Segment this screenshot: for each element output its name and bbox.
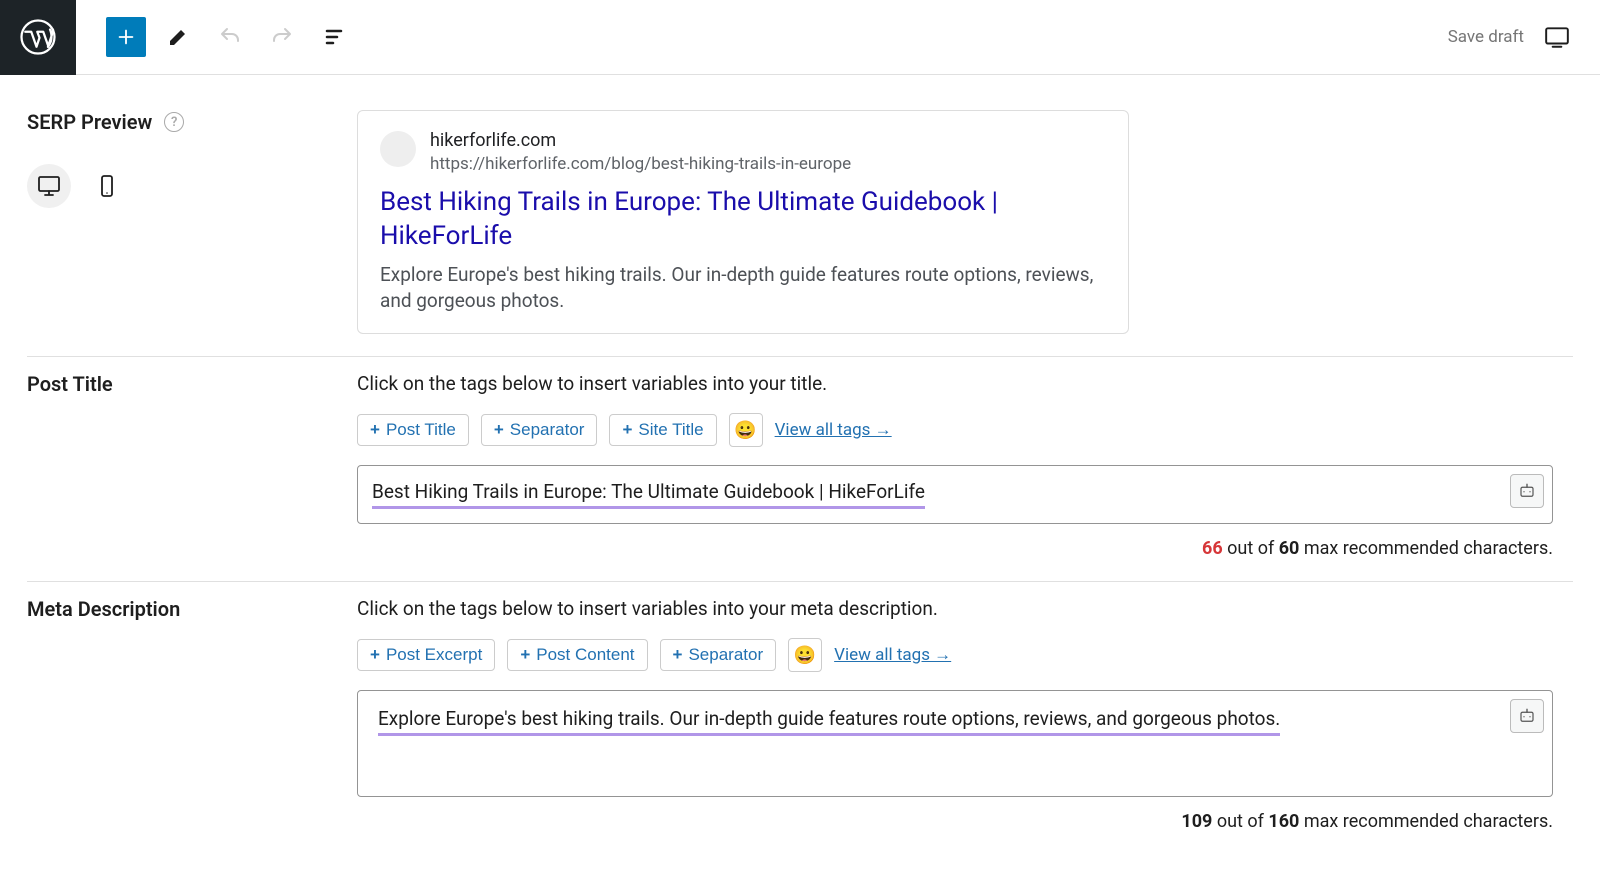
- tag-post-excerpt[interactable]: +Post Excerpt: [357, 639, 495, 671]
- post-title-instruction: Click on the tags below to insert variab…: [357, 372, 1553, 395]
- toolbar-left: [76, 17, 354, 57]
- serp-favicon: [380, 131, 416, 167]
- post-title-input[interactable]: Best Hiking Trails in Europe: The Ultima…: [357, 465, 1553, 524]
- undo-button[interactable]: [210, 17, 250, 57]
- post-title-counter: 66 out of 60 max recommended characters.: [357, 538, 1553, 559]
- edit-tool-button[interactable]: [158, 17, 198, 57]
- robot-icon: [1517, 707, 1537, 725]
- device-preview-icon: [1544, 24, 1570, 50]
- document-outline-button[interactable]: [314, 17, 354, 57]
- outline-icon: [322, 25, 346, 49]
- serp-preview-box: hikerforlife.com https://hikerforlife.co…: [357, 110, 1129, 334]
- tag-separator[interactable]: +Separator: [481, 414, 598, 446]
- serp-preview-section: SERP Preview ? hikerforlife.com https://…: [27, 95, 1573, 357]
- wordpress-icon: [20, 19, 56, 55]
- view-all-tags-link-meta[interactable]: View all tags →: [834, 645, 951, 665]
- plus-icon: [115, 26, 137, 48]
- view-all-tags-link[interactable]: View all tags →: [775, 420, 892, 440]
- serp-description: Explore Europe's best hiking trails. Our…: [380, 262, 1106, 313]
- meta-description-tag-row: +Post Excerpt +Post Content +Separator 😀…: [357, 638, 1553, 672]
- toolbar-right: Save draft: [1448, 24, 1600, 50]
- help-icon[interactable]: ?: [164, 112, 184, 132]
- mobile-preview-button[interactable]: [85, 164, 129, 208]
- save-draft-button[interactable]: Save draft: [1448, 27, 1524, 47]
- ai-suggest-button-meta[interactable]: [1510, 699, 1544, 733]
- undo-icon: [218, 25, 242, 49]
- mobile-icon: [95, 174, 119, 198]
- emoji-button-meta[interactable]: 😀: [788, 638, 822, 672]
- desktop-preview-button[interactable]: [27, 164, 71, 208]
- add-block-button[interactable]: [106, 17, 146, 57]
- meta-description-input[interactable]: Explore Europe's best hiking trails. Our…: [357, 690, 1553, 797]
- post-title-value: Best Hiking Trails in Europe: The Ultima…: [372, 480, 925, 509]
- redo-button[interactable]: [262, 17, 302, 57]
- post-title-label: Post Title: [27, 372, 357, 396]
- serp-domain: hikerforlife.com: [430, 129, 851, 152]
- tag-post-title[interactable]: +Post Title: [357, 414, 469, 446]
- device-toggle: [27, 164, 357, 208]
- desktop-icon: [37, 174, 61, 198]
- meta-description-label: Meta Description: [27, 597, 357, 621]
- post-title-section: Post Title Click on the tags below to in…: [27, 357, 1573, 582]
- post-title-tag-row: +Post Title +Separator +Site Title 😀 Vie…: [357, 413, 1553, 447]
- main-content: SERP Preview ? hikerforlife.com https://…: [0, 75, 1600, 854]
- meta-description-counter: 109 out of 160 max recommended character…: [357, 811, 1553, 832]
- tag-post-content[interactable]: +Post Content: [507, 639, 647, 671]
- serp-url: https://hikerforlife.com/blog/best-hikin…: [430, 154, 851, 174]
- wordpress-logo[interactable]: [0, 0, 76, 75]
- serp-section-label: SERP Preview ?: [27, 110, 357, 134]
- robot-icon: [1517, 482, 1537, 500]
- emoji-button[interactable]: 😀: [729, 413, 763, 447]
- serp-title: Best Hiking Trails in Europe: The Ultima…: [380, 186, 1106, 254]
- ai-suggest-button[interactable]: [1510, 474, 1544, 508]
- meta-description-value: Explore Europe's best hiking trails. Our…: [378, 707, 1280, 736]
- tag-site-title[interactable]: +Site Title: [609, 414, 716, 446]
- tag-separator-meta[interactable]: +Separator: [660, 639, 777, 671]
- meta-description-instruction: Click on the tags below to insert variab…: [357, 597, 1553, 620]
- preview-button[interactable]: [1544, 24, 1570, 50]
- redo-icon: [270, 25, 294, 49]
- top-toolbar: Save draft: [0, 0, 1600, 75]
- meta-description-section: Meta Description Click on the tags below…: [27, 582, 1573, 854]
- pencil-icon: [166, 25, 190, 49]
